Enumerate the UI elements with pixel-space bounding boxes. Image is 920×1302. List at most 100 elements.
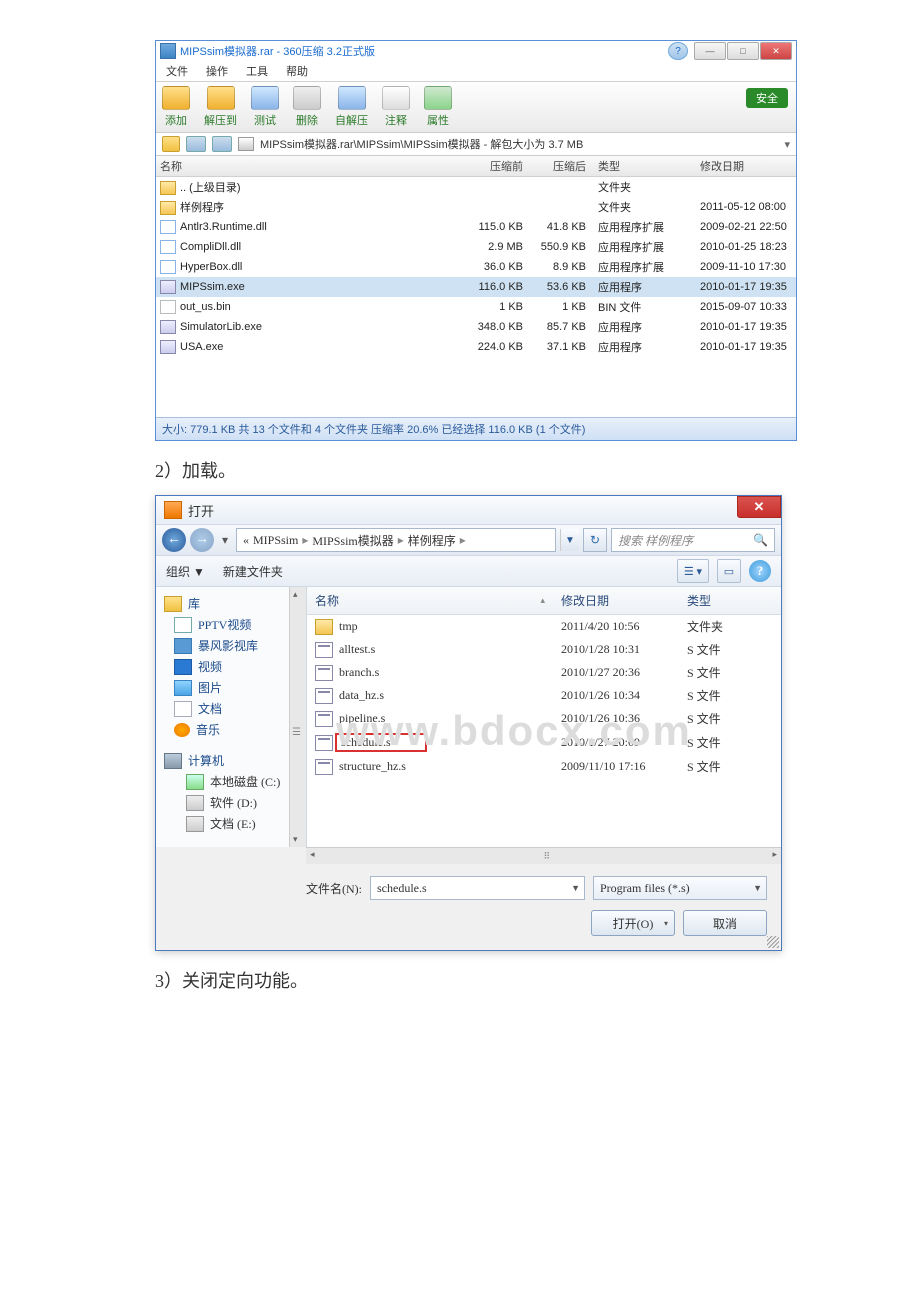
dialog-title: 打开 bbox=[188, 501, 737, 520]
sidebar-item[interactable]: PPTV视频 bbox=[160, 614, 302, 635]
menu-tools[interactable]: 工具 bbox=[246, 63, 268, 79]
sidebar-item-icon bbox=[174, 617, 192, 633]
view-icon[interactable] bbox=[186, 136, 206, 152]
file-row[interactable]: 样例程序文件夹2011-05-12 08:00 bbox=[156, 197, 796, 217]
minimize-button[interactable]: — bbox=[694, 42, 726, 60]
file-row[interactable]: pipeline.s2010/1/26 10:36S 文件 bbox=[307, 707, 781, 730]
menu-operate[interactable]: 操作 bbox=[206, 63, 228, 79]
maximize-button[interactable]: □ bbox=[727, 42, 759, 60]
toolbar-解压到[interactable]: 解压到 bbox=[204, 86, 237, 128]
pathbar: MIPSsim模拟器.rar\MIPSsim\MIPSsim模拟器 - 解包大小… bbox=[156, 133, 796, 156]
col-name[interactable]: 名称 bbox=[156, 156, 464, 176]
safe-badge: 安全 bbox=[746, 88, 788, 108]
file-row[interactable]: Antlr3.Runtime.dll115.0 KB41.8 KB应用程序扩展2… bbox=[156, 217, 796, 237]
col-type[interactable]: 类型 bbox=[679, 587, 781, 614]
computer-icon bbox=[164, 753, 182, 769]
file-row[interactable]: CompliDll.dll2.9 MB550.9 KB应用程序扩展2010-01… bbox=[156, 237, 796, 257]
file-row[interactable]: HyperBox.dll36.0 KB8.9 KB应用程序扩展2009-11-1… bbox=[156, 257, 796, 277]
nav-bar: ← → ▾ « MIPSsim▸ MIPSsim模拟器▸ 样例程序▸ ▼ ↻ 搜… bbox=[156, 525, 781, 556]
file-row[interactable]: SimulatorLib.exe348.0 KB85.7 KB应用程序2010-… bbox=[156, 317, 796, 337]
sidebar-item[interactable]: 音乐 bbox=[160, 719, 302, 740]
dropdown-icon[interactable]: ▾ bbox=[784, 138, 790, 151]
history-dropdown[interactable]: ▾ bbox=[218, 531, 232, 549]
dialog-toolbar: 组织 ▼ 新建文件夹 ☰ ▾ ▭ ? bbox=[156, 556, 781, 587]
sidebar-drive[interactable]: 软件 (D:) bbox=[160, 792, 302, 813]
open-button[interactable]: 打开(O) bbox=[591, 910, 675, 936]
file-row[interactable]: schedule.s2010/1/27 20:09S 文件 bbox=[307, 730, 781, 755]
sidebar-item-icon bbox=[174, 701, 192, 717]
col-name[interactable]: 名称▴ bbox=[307, 587, 553, 614]
col-before[interactable]: 压缩前 bbox=[464, 156, 527, 176]
back-button[interactable]: ← bbox=[162, 528, 186, 552]
dropdown-icon[interactable]: ▼ bbox=[753, 883, 762, 893]
view-button[interactable]: ☰ ▾ bbox=[677, 559, 709, 583]
breadcrumb[interactable]: « MIPSsim▸ MIPSsim模拟器▸ 样例程序▸ bbox=[236, 528, 556, 552]
file-row[interactable]: USA.exe224.0 KB37.1 KB应用程序2010-01-17 19:… bbox=[156, 337, 796, 357]
app-icon bbox=[160, 43, 176, 59]
filename-input[interactable]: schedule.s ▼ bbox=[370, 876, 585, 900]
drive-icon bbox=[186, 774, 204, 790]
sidebar-item[interactable]: 图片 bbox=[160, 677, 302, 698]
menu-help[interactable]: 帮助 bbox=[286, 63, 308, 79]
close-button[interactable]: ✕ bbox=[760, 42, 792, 60]
up-icon[interactable] bbox=[162, 136, 180, 152]
col-type[interactable]: 类型 bbox=[590, 156, 692, 176]
refresh-button[interactable]: ↻ bbox=[583, 528, 607, 552]
sidebar-item[interactable]: 视频 bbox=[160, 656, 302, 677]
toolbar-删除[interactable]: 删除 bbox=[293, 86, 321, 128]
sidebar-library[interactable]: 库 bbox=[160, 593, 302, 614]
sidebar-computer[interactable]: 计算机 bbox=[160, 750, 302, 771]
cancel-button[interactable]: 取消 bbox=[683, 910, 767, 936]
file-row[interactable]: structure_hz.s2009/11/10 17:16S 文件 bbox=[307, 755, 781, 778]
file-row[interactable]: .. (上级目录)文件夹 bbox=[156, 177, 796, 197]
file-row[interactable]: tmp2011/4/20 10:56文件夹 bbox=[307, 615, 781, 638]
organize-button[interactable]: 组织 ▼ bbox=[166, 563, 205, 580]
col-after[interactable]: 压缩后 bbox=[527, 156, 590, 176]
menubar: 文件 操作 工具 帮助 bbox=[156, 61, 796, 82]
newfolder-button[interactable]: 新建文件夹 bbox=[223, 563, 283, 580]
help-icon[interactable]: ? bbox=[668, 42, 688, 60]
bc-seg[interactable]: MIPSsim模拟器 bbox=[312, 532, 393, 549]
toolbar-自解压[interactable]: 自解压 bbox=[335, 86, 368, 128]
breadcrumb-dropdown[interactable]: ▼ bbox=[560, 529, 579, 551]
bc-seg[interactable]: MIPSsim bbox=[253, 533, 298, 548]
sidebar-drive[interactable]: 本地磁盘 (C:) bbox=[160, 771, 302, 792]
sidebar-scrollbar[interactable]: ☰ bbox=[289, 587, 306, 847]
dropdown-icon[interactable]: ▼ bbox=[571, 883, 580, 893]
dialog-icon bbox=[164, 501, 182, 519]
menu-file[interactable]: 文件 bbox=[166, 63, 188, 79]
col-date[interactable]: 修改日期 bbox=[692, 156, 796, 176]
file-row[interactable]: MIPSsim.exe116.0 KB53.6 KB应用程序2010-01-17… bbox=[156, 277, 796, 297]
file-row[interactable]: out_us.bin1 KB1 KBBIN 文件2015-09-07 10:33 bbox=[156, 297, 796, 317]
file-icon bbox=[315, 619, 333, 635]
toolbar-测试[interactable]: 测试 bbox=[251, 86, 279, 128]
resize-grip[interactable] bbox=[767, 936, 779, 948]
list-icon[interactable] bbox=[212, 136, 232, 152]
file-icon bbox=[160, 260, 176, 274]
preview-button[interactable]: ▭ bbox=[717, 559, 741, 583]
filetype-filter[interactable]: Program files (*.s) ▼ bbox=[593, 876, 767, 900]
file-icon bbox=[160, 300, 176, 314]
sidebar-item-icon bbox=[174, 723, 190, 737]
file-row[interactable]: branch.s2010/1/27 20:36S 文件 bbox=[307, 661, 781, 684]
file-icon bbox=[315, 688, 333, 704]
close-button[interactable]: ✕ bbox=[737, 496, 781, 518]
drive-icon bbox=[186, 816, 204, 832]
sidebar-item[interactable]: 暴风影视库 bbox=[160, 635, 302, 656]
file-row[interactable]: alltest.s2010/1/28 10:31S 文件 bbox=[307, 638, 781, 661]
search-input[interactable]: 搜索 样例程序 🔍 bbox=[611, 528, 775, 552]
help-button[interactable]: ? bbox=[749, 560, 771, 582]
sidebar-drive[interactable]: 文档 (E:) bbox=[160, 813, 302, 834]
sidebar-item[interactable]: 文档 bbox=[160, 698, 302, 719]
toolbar-添加[interactable]: 添加 bbox=[162, 86, 190, 128]
file-row[interactable]: data_hz.s2010/1/26 10:34S 文件 bbox=[307, 684, 781, 707]
toolbar-属性[interactable]: 属性 bbox=[424, 86, 452, 128]
path-text: MIPSsim模拟器.rar\MIPSsim\MIPSsim模拟器 - 解包大小… bbox=[260, 136, 583, 152]
forward-button[interactable]: → bbox=[190, 528, 214, 552]
toolbar-注释[interactable]: 注释 bbox=[382, 86, 410, 128]
dialog-bottom: 文件名(N): schedule.s ▼ Program files (*.s)… bbox=[156, 864, 781, 950]
sidebar-item-icon bbox=[174, 659, 192, 675]
bc-seg[interactable]: 样例程序 bbox=[408, 532, 456, 549]
col-date[interactable]: 修改日期 bbox=[553, 587, 679, 614]
file-scrollbar[interactable]: ⠿ bbox=[306, 847, 781, 864]
